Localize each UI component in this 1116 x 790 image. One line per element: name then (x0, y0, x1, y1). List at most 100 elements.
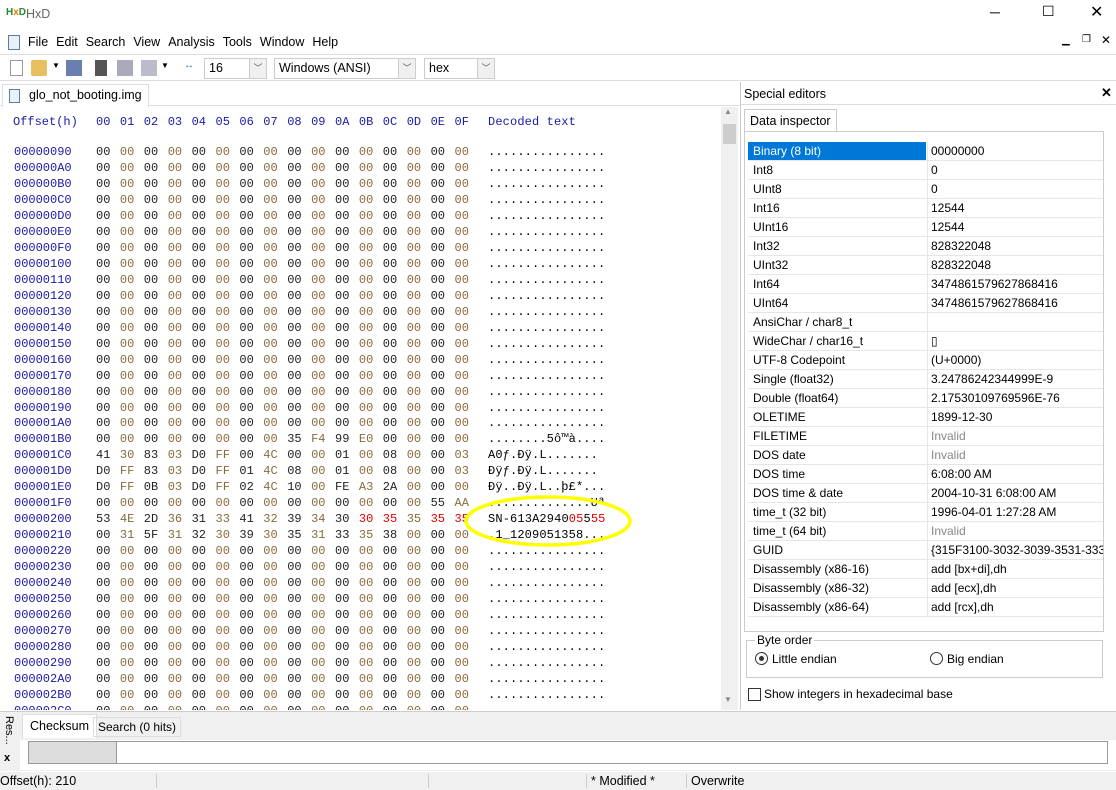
hex-byte[interactable]: 00 (455, 560, 475, 574)
hex-byte[interactable]: 00 (335, 704, 355, 710)
hex-byte[interactable]: 00 (216, 241, 236, 255)
hex-byte[interactable]: 00 (192, 401, 212, 415)
hex-byte[interactable]: 00 (335, 353, 355, 367)
hex-byte[interactable]: 00 (144, 416, 164, 430)
hex-byte[interactable]: 00 (120, 401, 140, 415)
hex-byte[interactable]: 00 (311, 177, 331, 191)
hex-byte[interactable]: 00 (144, 640, 164, 654)
decoded-text[interactable]: ................ (488, 560, 605, 574)
hex-byte[interactable]: 00 (359, 321, 379, 335)
inspector-row[interactable]: time_t (64 bit) Invalid (748, 522, 1103, 541)
hex-byte[interactable]: 00 (192, 321, 212, 335)
inspector-row[interactable]: UInt16 12544 (748, 218, 1103, 237)
hex-byte[interactable]: 00 (239, 624, 259, 638)
hex-byte[interactable]: 00 (120, 161, 140, 175)
hex-byte[interactable]: 00 (359, 656, 379, 670)
hex-byte[interactable]: 00 (216, 209, 236, 223)
hex-byte[interactable]: 00 (168, 385, 188, 399)
decoded-text[interactable]: ................ (488, 321, 605, 335)
hex-byte[interactable]: 00 (311, 544, 331, 558)
hex-byte[interactable]: 00 (431, 145, 451, 159)
hex-byte[interactable]: 00 (431, 624, 451, 638)
hex-byte[interactable]: 00 (168, 704, 188, 710)
hex-byte[interactable]: 00 (431, 321, 451, 335)
inspector-row[interactable]: OLETIME 1899-12-30 (748, 408, 1103, 427)
hex-byte[interactable]: 00 (144, 353, 164, 367)
hex-byte[interactable]: 00 (311, 225, 331, 239)
decoded-text[interactable]: ................ (488, 209, 605, 223)
hex-byte[interactable]: 00 (287, 544, 307, 558)
hex-byte[interactable]: 00 (359, 640, 379, 654)
hex-byte[interactable]: 32 (263, 512, 283, 526)
hex-byte[interactable]: 00 (168, 432, 188, 446)
inspector-row[interactable]: UInt32 828322048 (748, 256, 1103, 275)
hex-byte[interactable]: 00 (120, 289, 140, 303)
hex-byte[interactable]: 00 (216, 608, 236, 622)
hex-byte[interactable]: 00 (383, 704, 403, 710)
hex-byte[interactable]: 00 (192, 337, 212, 351)
hex-byte[interactable]: 00 (311, 672, 331, 686)
hex-byte[interactable]: 00 (359, 209, 379, 223)
hex-byte[interactable]: 00 (311, 624, 331, 638)
hex-byte[interactable]: 00 (287, 257, 307, 271)
hex-byte[interactable]: 02 (239, 480, 259, 494)
hex-byte[interactable]: 00 (407, 225, 427, 239)
hex-byte[interactable]: 00 (455, 193, 475, 207)
hex-byte[interactable]: 4E (120, 512, 140, 526)
hex-byte[interactable]: 00 (359, 416, 379, 430)
hex-byte[interactable]: 00 (263, 688, 283, 702)
hex-byte[interactable]: 00 (120, 496, 140, 510)
hex-byte[interactable]: 00 (239, 241, 259, 255)
hex-byte[interactable]: 08 (383, 464, 403, 478)
hex-byte[interactable]: 00 (192, 592, 212, 606)
hex-byte[interactable]: 00 (96, 257, 116, 271)
hex-byte[interactable]: 55 (431, 496, 451, 510)
hex-byte[interactable]: 00 (383, 193, 403, 207)
decoded-text[interactable]: ................ (488, 337, 605, 351)
decoded-text[interactable]: ........5ô™à.... (488, 432, 605, 446)
inspector-value[interactable]: Invalid (931, 427, 1103, 445)
hex-byte[interactable]: 00 (359, 289, 379, 303)
hex-byte[interactable]: 00 (144, 624, 164, 638)
bytes-per-row-select[interactable]: 16 ﹀ (204, 58, 267, 79)
hex-byte[interactable]: 00 (216, 401, 236, 415)
inspector-row[interactable]: WideChar / char16_t ▯ (748, 332, 1103, 351)
inspector-row[interactable]: time_t (32 bit) 1996-04-01 1:27:28 AM (748, 503, 1103, 522)
hex-byte[interactable]: 35 (383, 512, 403, 526)
hex-byte[interactable]: 00 (407, 353, 427, 367)
scroll-thumb[interactable] (723, 124, 736, 144)
hex-byte[interactable]: 00 (168, 145, 188, 159)
hex-byte[interactable]: 00 (120, 145, 140, 159)
hex-byte[interactable]: 00 (359, 672, 379, 686)
hex-byte[interactable]: 00 (192, 193, 212, 207)
hex-byte[interactable]: 00 (96, 385, 116, 399)
hex-byte[interactable]: 00 (96, 145, 116, 159)
hex-byte[interactable]: 00 (192, 624, 212, 638)
hex-byte[interactable]: 00 (96, 225, 116, 239)
hex-byte[interactable]: F4 (311, 432, 331, 446)
hex-byte[interactable]: 00 (168, 353, 188, 367)
hex-byte[interactable]: 00 (407, 592, 427, 606)
hex-byte[interactable]: 00 (359, 369, 379, 383)
hex-byte[interactable]: 00 (383, 432, 403, 446)
hex-byte[interactable]: 00 (335, 576, 355, 590)
hex-byte[interactable]: 00 (359, 257, 379, 271)
hex-byte[interactable]: 41 (239, 512, 259, 526)
hex-byte[interactable]: 00 (407, 656, 427, 670)
inspector-value[interactable]: 12544 (931, 199, 1103, 217)
inspector-row[interactable]: Double (float64) 2.17530109769596E-76 (748, 389, 1103, 408)
hex-byte[interactable]: 00 (359, 544, 379, 558)
menu-help[interactable]: Help (308, 31, 342, 53)
hex-byte[interactable]: 00 (431, 305, 451, 319)
hex-byte[interactable]: 00 (263, 560, 283, 574)
hex-byte[interactable]: 00 (144, 369, 164, 383)
hex-byte[interactable]: 00 (431, 273, 451, 287)
hex-byte[interactable]: 00 (239, 704, 259, 710)
hex-byte[interactable]: 00 (335, 624, 355, 638)
hex-byte[interactable]: 00 (96, 353, 116, 367)
hex-byte[interactable]: 00 (96, 401, 116, 415)
hex-byte[interactable]: 00 (359, 385, 379, 399)
hex-byte[interactable]: 00 (239, 145, 259, 159)
hex-byte[interactable]: 00 (311, 385, 331, 399)
hex-byte[interactable]: 00 (263, 225, 283, 239)
